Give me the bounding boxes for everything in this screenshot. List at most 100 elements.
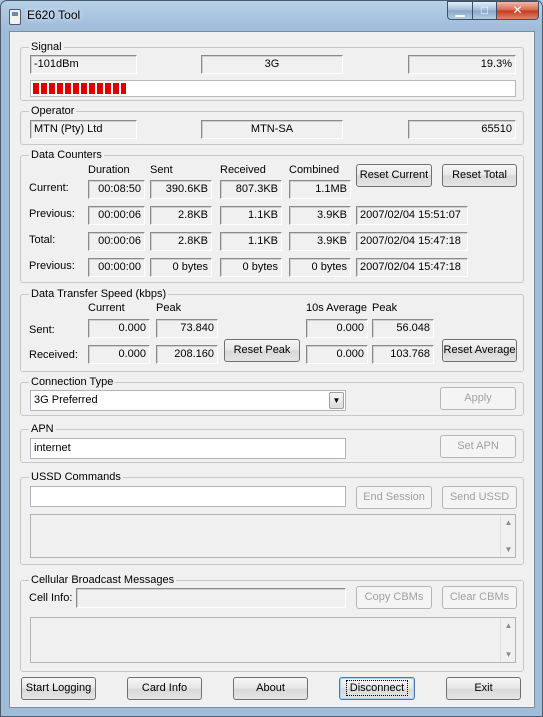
total-previous-combined: 0 bytes [289,258,351,277]
disconnect-button[interactable]: Disconnect [339,677,415,700]
received-current-speed: 0.000 [88,345,150,364]
connection-type-select[interactable]: 3G Preferred ▼ [30,390,346,411]
sent-peak-speed: 73.840 [156,319,218,338]
app-icon [9,9,21,25]
previous-sent: 2.8KB [150,206,212,225]
total-duration: 00:00:06 [88,232,145,251]
sent-header: Sent [150,164,173,176]
cbm-scrollbar[interactable]: ▲ ▼ [500,618,515,662]
speed-sent-label: Sent: [29,324,55,336]
set-apn-button[interactable]: Set APN [440,435,516,458]
signal-bar-segment [89,83,95,94]
cell-info-field [76,588,346,608]
signal-bar-segment [81,83,87,94]
speed-avg-peak-header: Peak [372,302,398,314]
signal-bar-segment [121,83,126,94]
connection-type-value: 3G Preferred [34,394,98,406]
counter-row-label: Current: [29,182,69,194]
ussd-scrollbar[interactable]: ▲ ▼ [500,515,515,557]
speed-received-label: Received: [29,349,78,361]
maximize-button[interactable]: □ [472,1,497,20]
apply-button[interactable]: Apply [440,387,516,410]
network-type-field: 3G [201,55,343,74]
data-counters-legend: Data Counters [29,148,104,162]
about-button[interactable]: About [233,677,308,700]
counter-row-label: Total: [29,234,56,246]
start-logging-button[interactable]: Start Logging [21,677,96,700]
sent-current-speed: 0.000 [88,319,150,338]
scroll-down-icon[interactable]: ▼ [501,650,516,659]
signal-bar-segment [57,83,63,94]
sent-avg-peak-speed: 56.048 [372,319,434,338]
sent-avg-speed: 0.000 [306,319,368,338]
total-received: 1.1KB [220,232,282,251]
total-previous-duration: 00:00:00 [88,258,145,277]
operator-legend: Operator [29,104,77,118]
signal-bar-segment [113,83,119,94]
scroll-up-icon[interactable]: ▲ [501,621,516,630]
exit-button[interactable]: Exit [446,677,521,700]
received-header: Received [220,164,266,176]
minimize-button[interactable]: ▁ [447,1,473,20]
total-combined: 3.9KB [289,232,351,251]
previous-received: 1.1KB [220,206,282,225]
signal-bar-segment [73,83,79,94]
ussd-input[interactable] [30,486,346,507]
chevron-down-icon[interactable]: ▼ [329,392,344,409]
received-avg-peak-speed: 103.768 [372,345,434,364]
current-duration: 00:08:50 [88,180,145,199]
title-bar[interactable]: E620 Tool ▁ □ ✕ [1,1,542,31]
card-info-button[interactable]: Card Info [127,677,202,700]
total-previous-received: 0 bytes [220,258,282,277]
signal-bar-segment [97,83,103,94]
window-title: E620 Tool [27,8,81,22]
signal-bar [30,80,516,97]
previous-timestamp: 2007/02/04 15:51:07 [356,206,468,225]
close-button[interactable]: ✕ [496,1,539,20]
disconnect-label: Disconnect [345,680,409,696]
reset-average-button[interactable]: Reset Average [442,339,517,362]
signal-bar-segment [41,83,47,94]
total-previous-sent: 0 bytes [150,258,212,277]
signal-bar-segment [33,83,39,94]
clear-cbms-button[interactable]: Clear CBMs [442,586,517,609]
reset-total-button[interactable]: Reset Total [442,164,517,187]
cbm-messages-area[interactable]: ▲ ▼ [30,617,516,663]
connection-type-legend: Connection Type [29,375,116,389]
reset-peak-button[interactable]: Reset Peak [224,339,300,362]
scroll-down-icon[interactable]: ▼ [501,545,516,554]
copy-cbms-button[interactable]: Copy CBMs [356,586,432,609]
ussd-response-area[interactable]: ▲ ▼ [30,514,516,558]
operator-long-name-field: MTN (Pty) Ltd [30,120,137,139]
received-peak-speed: 208.160 [156,345,218,364]
operator-short-name-field: MTN-SA [201,120,343,139]
scroll-up-icon[interactable]: ▲ [501,518,516,527]
cbm-legend: Cellular Broadcast Messages [29,573,177,587]
combined-header: Combined [289,164,340,176]
speed-avg-header: 10s Average [306,302,367,314]
send-ussd-button[interactable]: Send USSD [442,486,517,509]
counter-row-label: Previous: [29,260,75,272]
ussd-legend: USSD Commands [29,470,123,484]
client-area: Signal -101dBm 3G 19.3% Operator MTN (Pt… [9,31,535,708]
apn-legend: APN [29,422,56,436]
signal-bar-segment [105,83,111,94]
signal-bar-segment [65,83,71,94]
speed-legend: Data Transfer Speed (kbps) [29,287,169,301]
current-sent: 390.6KB [150,180,212,199]
previous-combined: 3.9KB [289,206,351,225]
current-combined: 1.1MB [289,180,351,199]
end-session-button[interactable]: End Session [356,486,432,509]
reset-current-button[interactable]: Reset Current [356,164,432,187]
apn-input[interactable]: internet [30,438,346,459]
duration-header: Duration [88,164,130,176]
operator-code-field: 65510 [408,120,516,139]
signal-bar-segment [49,83,55,94]
signal-legend: Signal [29,40,64,54]
counter-row-label: Previous: [29,208,75,220]
app-window: E620 Tool ▁ □ ✕ Signal -101dBm 3G 19.3% … [0,0,543,717]
speed-peak-header: Peak [156,302,182,314]
total-timestamp: 2007/02/04 15:47:18 [356,232,468,251]
signal-percent-field: 19.3% [408,55,516,74]
received-avg-speed: 0.000 [306,345,368,364]
